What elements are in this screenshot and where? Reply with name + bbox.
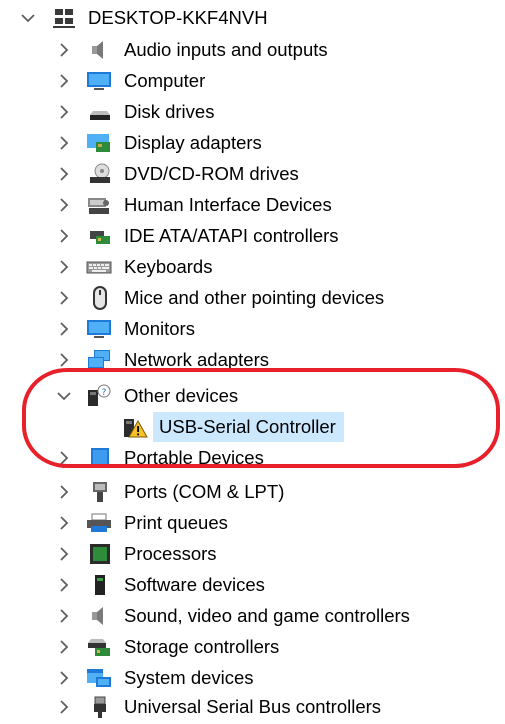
computer-network-icon — [52, 6, 76, 30]
chevron-right-icon[interactable] — [56, 608, 72, 624]
tree-item-label: Human Interface Devices — [124, 194, 332, 215]
tree-item-processors[interactable]: Processors — [0, 539, 505, 569]
chevron-down-icon[interactable] — [20, 10, 36, 26]
tree-item-label: Print queues — [124, 512, 228, 533]
tree-item-label: Processors — [124, 543, 217, 564]
chevron-right-icon[interactable] — [56, 577, 72, 593]
usb-plug-icon — [88, 695, 112, 719]
chevron-right-icon[interactable] — [56, 135, 72, 151]
tree-item-label: Network adapters — [124, 349, 269, 370]
warning-device-icon — [122, 415, 148, 439]
ide-controller-icon — [88, 224, 112, 248]
tree-item-label: Computer — [124, 70, 206, 91]
tree-item-label: Software devices — [124, 574, 265, 595]
tree-item-label: Audio inputs and outputs — [124, 39, 328, 60]
tree-item-network-adapters[interactable]: Network adapters — [0, 345, 505, 375]
chevron-right-icon[interactable] — [56, 42, 72, 58]
chevron-right-icon[interactable] — [56, 639, 72, 655]
tree-item-hid[interactable]: Human Interface Devices — [0, 190, 505, 220]
tree-item-audio[interactable]: Audio inputs and outputs — [0, 35, 505, 65]
monitor-icon — [86, 69, 111, 93]
tree-item-portable-devices[interactable]: Portable Devices — [0, 443, 505, 473]
tree-item-label: USB-Serial Controller — [153, 412, 344, 442]
chevron-right-icon[interactable] — [56, 546, 72, 562]
chevron-right-icon[interactable] — [56, 197, 72, 213]
tree-item-label: Universal Serial Bus controllers — [124, 696, 382, 717]
chevron-right-icon[interactable] — [56, 73, 72, 89]
hid-icon — [86, 193, 110, 217]
storage-controller-icon — [86, 635, 110, 659]
tree-item-usb-serial-controller[interactable]: USB-Serial Controller — [0, 412, 505, 442]
tree-item-label: Storage controllers — [124, 636, 280, 657]
tree-item-label: Monitors — [124, 318, 195, 339]
tree-item-print-queues[interactable]: Print queues — [0, 508, 505, 538]
chevron-right-icon[interactable] — [56, 166, 72, 182]
software-device-icon — [88, 573, 112, 597]
tree-item-display-adapters[interactable]: Display adapters — [0, 128, 505, 158]
tree-root[interactable]: DESKTOP-KKF4NVH — [0, 3, 505, 33]
tree-item-label: Display adapters — [124, 132, 262, 153]
tree-item-keyboards[interactable]: Keyboards — [0, 252, 505, 282]
tree-item-system-devices[interactable]: System devices — [0, 663, 505, 693]
chevron-right-icon[interactable] — [56, 699, 72, 715]
tree-item-disk-drives[interactable]: Disk drives — [0, 97, 505, 127]
chevron-right-icon[interactable] — [56, 450, 72, 466]
monitor-icon — [86, 317, 111, 341]
tree-item-monitors[interactable]: Monitors — [0, 314, 505, 344]
tree-item-sound-video-game[interactable]: Sound, video and game controllers — [0, 601, 505, 631]
tree-item-label: System devices — [124, 667, 254, 688]
root-label: DESKTOP-KKF4NVH — [88, 7, 268, 28]
port-icon — [88, 480, 112, 504]
speaker-icon — [88, 604, 112, 628]
chevron-right-icon[interactable] — [56, 515, 72, 531]
chevron-right-icon[interactable] — [56, 228, 72, 244]
chevron-right-icon[interactable] — [56, 290, 72, 306]
tree-item-storage-controllers[interactable]: Storage controllers — [0, 632, 505, 662]
speaker-icon — [88, 38, 112, 62]
tree-item-usb-controllers[interactable]: Universal Serial Bus controllers — [0, 692, 505, 722]
svg-text:?: ? — [102, 388, 107, 398]
network-adapter-icon — [86, 348, 110, 372]
chevron-right-icon[interactable] — [56, 321, 72, 337]
tree-item-label: Sound, video and game controllers — [124, 605, 410, 626]
tree-item-computer[interactable]: Computer — [0, 66, 505, 96]
tree-item-label: Portable Devices — [124, 447, 264, 468]
unknown-device-icon: ? — [86, 384, 111, 408]
tree-item-label: Mice and other pointing devices — [124, 287, 385, 308]
tree-item-ide[interactable]: IDE ATA/ATAPI controllers — [0, 221, 505, 251]
printer-icon — [86, 511, 111, 535]
tree-item-label: Keyboards — [124, 256, 213, 277]
tree-item-label: Other devices — [124, 385, 239, 406]
tree-item-label: DVD/CD-ROM drives — [124, 163, 299, 184]
display-adapter-icon — [86, 131, 110, 155]
mouse-icon — [88, 286, 112, 310]
chevron-right-icon[interactable] — [56, 104, 72, 120]
disk-drive-icon — [88, 100, 112, 124]
tree-item-other-devices[interactable]: ? Other devices — [0, 381, 505, 411]
tree-item-label: IDE ATA/ATAPI controllers — [124, 225, 339, 246]
chevron-right-icon[interactable] — [56, 670, 72, 686]
system-device-icon — [86, 666, 111, 690]
chevron-right-icon[interactable] — [56, 352, 72, 368]
tree-item-software-devices[interactable]: Software devices — [0, 570, 505, 600]
tree-item-ports[interactable]: Ports (COM & LPT) — [0, 477, 505, 507]
tree-item-label: Disk drives — [124, 101, 215, 122]
tree-item-dvd-drives[interactable]: DVD/CD-ROM drives — [0, 159, 505, 189]
keyboard-icon — [86, 255, 112, 279]
portable-device-icon — [88, 446, 112, 470]
chevron-down-icon[interactable] — [56, 388, 72, 404]
chevron-right-icon[interactable] — [56, 484, 72, 500]
tree-item-mice[interactable]: Mice and other pointing devices — [0, 283, 505, 313]
processor-icon — [88, 542, 112, 566]
chevron-right-icon[interactable] — [56, 259, 72, 275]
optical-drive-icon — [88, 162, 112, 186]
tree-item-label: Ports (COM & LPT) — [124, 481, 285, 502]
